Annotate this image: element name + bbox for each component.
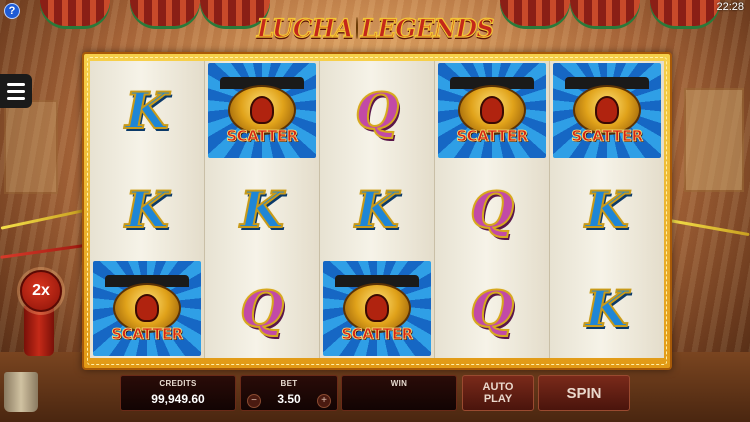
reel-5: SCATTER K K [550,61,664,358]
reel-3: Q K SCATTER [320,61,435,358]
ring-rope [0,244,84,259]
k-symbol: K [584,278,629,339]
reel-cell: SCATTER [550,61,664,160]
scatter-label: SCATTER [226,126,299,145]
win-panel: WIN [341,375,457,411]
reel-grid: K K SCATTER SCATTER K Q Q K SCATTER SCATTER Q Q SCAT… [90,61,664,358]
help-button[interactable]: ? [4,3,20,19]
scatter-symbol: SCATTER [553,63,661,158]
k-symbol: K [239,179,284,240]
bunting-decoration [40,0,110,26]
reel-4: SCATTER Q Q [435,61,550,358]
reel-cell: Q [435,160,549,259]
credits-panel: CREDITS 99,949.60 [120,375,236,411]
reel-cell: K [90,61,204,160]
autoplay-label-line2: PLAY [483,393,513,405]
spin-label: SPIN [566,384,602,402]
hamburger-icon-bar [7,96,25,100]
autoplay-button[interactable]: AUTO PLAY [462,375,534,411]
k-symbol: K [124,80,169,141]
q-symbol: Q [354,80,400,141]
reel-cell: SCATTER [205,61,319,160]
ring-rope [0,209,84,230]
clock: 22:28 [716,1,744,13]
reel-cell: K [90,160,204,259]
luchador-mask-icon [250,95,274,124]
wall-poster-right [684,88,744,192]
bunting-decoration [570,0,640,26]
reel-cell: Q [205,259,319,358]
credits-value: 99,949.60 [151,392,205,406]
reel-cell: K [205,160,319,259]
reel-cell: K [550,259,664,358]
luchador-mask-icon [135,293,159,322]
scatter-symbol: SCATTER [208,63,316,158]
luchador-mask-icon [595,95,619,124]
bet-label: BET [280,379,298,388]
scatter-symbol: SCATTER [438,63,546,158]
bunting-decoration [130,0,200,26]
reel-cell: K [550,160,664,259]
scatter-symbol: SCATTER [323,261,431,356]
wall-poster-left [4,100,58,194]
reel-cell: Q [435,259,549,358]
reel-cell: K [320,160,434,259]
bucket [4,372,38,412]
credits-label: CREDITS [159,379,197,388]
luchador-mask-icon [480,95,504,124]
reel-1: K K SCATTER [90,61,205,358]
reel-2: SCATTER K Q [205,61,320,358]
question-icon: ? [8,5,16,17]
spin-button[interactable]: SPIN [538,375,630,411]
q-symbol: Q [469,278,515,339]
bet-panel: BET − 3.50 + [240,375,338,411]
k-symbol: K [584,179,629,240]
bet-increase-button[interactable]: + [317,394,331,408]
scatter-label: SCATTER [341,324,414,343]
multiplier-badge: 2x [20,270,62,312]
win-label: WIN [390,379,408,388]
reel-cell: SCATTER [90,259,204,358]
autoplay-label-line1: AUTO [482,381,514,393]
reel-cell: SCATTER [435,61,549,160]
q-symbol: Q [239,278,285,339]
scatter-label: SCATTER [571,126,644,145]
hamburger-icon-bar [7,82,25,86]
multiplier-tube [24,306,54,356]
logo-text-lucha: LUCHA [256,13,354,43]
reel-cell: Q [320,61,434,160]
menu-button[interactable] [0,74,32,108]
k-symbol: K [124,179,169,240]
logo-coin-icon [355,17,358,39]
logo-text-legends: LEGENDS [360,13,495,43]
ring-rope [668,218,750,237]
k-symbol: K [354,179,399,240]
hamburger-icon-bar [7,89,25,93]
scatter-label: SCATTER [456,126,529,145]
q-symbol: Q [469,179,515,240]
bunting-decoration [650,0,720,26]
game-logo: LUCHA LEGENDS [256,8,495,48]
luchador-mask-icon [365,293,389,322]
scatter-symbol: SCATTER [93,261,201,356]
reel-cell: SCATTER [320,259,434,358]
bunting-decoration [500,0,570,26]
scatter-label: SCATTER [111,324,184,343]
